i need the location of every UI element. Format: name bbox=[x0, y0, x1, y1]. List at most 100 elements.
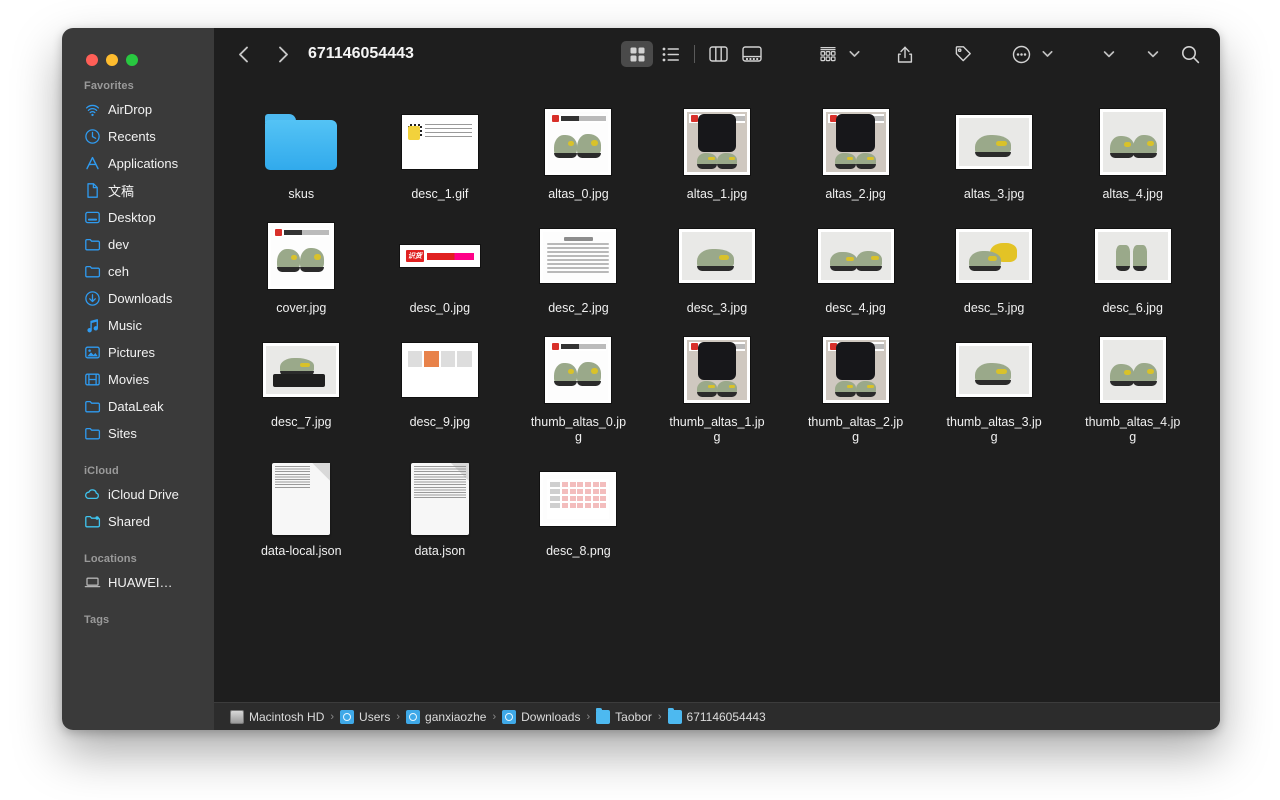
file-name-label[interactable]: desc_3.jpg bbox=[687, 301, 747, 316]
sidebar-item-applications[interactable]: Applications bbox=[62, 150, 214, 177]
file-item[interactable]: thumb_altas_4.jpg bbox=[1063, 330, 1202, 445]
more-chevron-down-icon[interactable] bbox=[1038, 41, 1056, 67]
more-ellipsis-icon[interactable] bbox=[1005, 41, 1037, 67]
file-thumbnail[interactable] bbox=[952, 218, 1036, 294]
file-item[interactable]: thumb_altas_3.jpg bbox=[925, 330, 1064, 445]
icon-view-button[interactable] bbox=[621, 41, 653, 67]
file-name-label[interactable]: desc_1.gif bbox=[411, 187, 468, 202]
file-name-label[interactable]: desc_0.jpg bbox=[410, 301, 470, 316]
file-thumbnail[interactable] bbox=[259, 332, 343, 408]
file-item[interactable]: data-local.json bbox=[232, 459, 371, 559]
file-name-label[interactable]: desc_7.jpg bbox=[271, 415, 331, 430]
breadcrumb-item[interactable]: Downloads bbox=[502, 710, 580, 724]
file-item[interactable]: altas_0.jpg bbox=[509, 102, 648, 202]
file-name-label[interactable]: thumb_altas_1.jpg bbox=[667, 415, 767, 445]
file-name-label[interactable]: desc_4.jpg bbox=[825, 301, 885, 316]
file-thumbnail[interactable] bbox=[1091, 218, 1175, 294]
file-name-label[interactable]: skus bbox=[288, 187, 314, 202]
file-thumbnail[interactable] bbox=[675, 218, 759, 294]
file-item[interactable]: thumb_altas_1.jpg bbox=[648, 330, 787, 445]
overflow-chevron-down-icon-2[interactable] bbox=[1144, 41, 1162, 67]
file-name-label[interactable]: desc_2.jpg bbox=[548, 301, 608, 316]
tag-button[interactable] bbox=[947, 41, 979, 67]
back-button[interactable] bbox=[230, 41, 256, 67]
file-name-label[interactable]: altas_4.jpg bbox=[1102, 187, 1162, 202]
file-item[interactable]: thumb_altas_0.jpg bbox=[509, 330, 648, 445]
group-by-control[interactable] bbox=[812, 41, 863, 67]
file-item[interactable]: desc_1.gif bbox=[371, 102, 510, 202]
file-item[interactable]: desc_6.jpg bbox=[1063, 216, 1202, 316]
breadcrumb-item[interactable]: Users bbox=[340, 710, 390, 724]
file-item[interactable]: altas_4.jpg bbox=[1063, 102, 1202, 202]
file-name-label[interactable]: thumb_altas_3.jpg bbox=[944, 415, 1044, 445]
file-thumbnail[interactable] bbox=[814, 332, 898, 408]
maximize-button[interactable] bbox=[126, 54, 138, 66]
sidebar-item-recents[interactable]: Recents bbox=[62, 123, 214, 150]
file-thumbnail[interactable]: 识货 bbox=[398, 218, 482, 294]
overflow-chevron-down-icon-1[interactable] bbox=[1100, 41, 1118, 67]
file-item[interactable]: data.json bbox=[371, 459, 510, 559]
group-by-chevron-down-icon[interactable] bbox=[845, 41, 863, 67]
share-button[interactable] bbox=[889, 41, 921, 67]
file-thumbnail[interactable] bbox=[398, 461, 482, 537]
sidebar-item-ceh[interactable]: ceh bbox=[62, 258, 214, 285]
breadcrumb-item[interactable]: ganxiaozhe bbox=[406, 710, 486, 724]
sidebar-item-pictures[interactable]: Pictures bbox=[62, 339, 214, 366]
column-view-button[interactable] bbox=[702, 41, 734, 67]
file-item[interactable]: altas_1.jpg bbox=[648, 102, 787, 202]
sidebar-item-sites[interactable]: Sites bbox=[62, 420, 214, 447]
search-button[interactable] bbox=[1174, 41, 1206, 67]
sidebar-item-airdrop[interactable]: AirDrop bbox=[62, 96, 214, 123]
file-name-label[interactable]: data.json bbox=[414, 544, 465, 559]
file-item[interactable]: desc_8.png bbox=[509, 459, 648, 559]
gallery-view-button[interactable] bbox=[736, 41, 768, 67]
file-name-label[interactable]: altas_3.jpg bbox=[964, 187, 1024, 202]
file-thumbnail[interactable] bbox=[259, 218, 343, 294]
file-item[interactable]: desc_3.jpg bbox=[648, 216, 787, 316]
list-view-button[interactable] bbox=[655, 41, 687, 67]
close-button[interactable] bbox=[86, 54, 98, 66]
file-thumbnail[interactable] bbox=[536, 104, 620, 180]
file-item[interactable]: thumb_altas_2.jpg bbox=[786, 330, 925, 445]
file-item[interactable]: desc_9.jpg bbox=[371, 330, 510, 445]
file-name-label[interactable]: desc_6.jpg bbox=[1102, 301, 1162, 316]
sidebar-item-music[interactable]: Music bbox=[62, 312, 214, 339]
file-name-label[interactable]: thumb_altas_4.jpg bbox=[1083, 415, 1183, 445]
file-thumbnail[interactable] bbox=[259, 104, 343, 180]
file-thumbnail[interactable] bbox=[814, 104, 898, 180]
sidebar-item-movies[interactable]: Movies bbox=[62, 366, 214, 393]
file-name-label[interactable]: desc_8.png bbox=[546, 544, 611, 559]
file-item[interactable]: altas_3.jpg bbox=[925, 102, 1064, 202]
file-thumbnail[interactable] bbox=[675, 104, 759, 180]
sidebar-item-icloud-drive[interactable]: iCloud Drive bbox=[62, 481, 214, 508]
file-thumbnail[interactable] bbox=[952, 104, 1036, 180]
file-thumbnail[interactable] bbox=[1091, 332, 1175, 408]
file-item[interactable]: desc_5.jpg bbox=[925, 216, 1064, 316]
breadcrumb-item[interactable]: Taobor bbox=[596, 710, 652, 724]
file-thumbnail[interactable] bbox=[536, 332, 620, 408]
file-name-label[interactable]: desc_9.jpg bbox=[410, 415, 470, 430]
file-name-label[interactable]: altas_1.jpg bbox=[687, 187, 747, 202]
file-thumbnail[interactable] bbox=[398, 332, 482, 408]
sidebar-item-shared[interactable]: Shared bbox=[62, 508, 214, 535]
file-item[interactable]: altas_2.jpg bbox=[786, 102, 925, 202]
file-thumbnail[interactable] bbox=[814, 218, 898, 294]
sidebar-item-dataleak[interactable]: DataLeak bbox=[62, 393, 214, 420]
sidebar-item-[interactable]: 文稿 bbox=[62, 177, 214, 204]
forward-button[interactable] bbox=[270, 41, 296, 67]
file-thumbnail[interactable] bbox=[675, 332, 759, 408]
file-item[interactable]: 识货 desc_0.jpg bbox=[371, 216, 510, 316]
sidebar-item-dev[interactable]: dev bbox=[62, 231, 214, 258]
file-item[interactable]: skus bbox=[232, 102, 371, 202]
file-thumbnail[interactable] bbox=[536, 218, 620, 294]
more-actions-control[interactable] bbox=[1005, 41, 1056, 67]
file-thumbnail[interactable] bbox=[1091, 104, 1175, 180]
file-thumbnail[interactable] bbox=[952, 332, 1036, 408]
file-area[interactable]: skus desc_1.gif altas_0.jpg altas_1.jpg alta… bbox=[214, 80, 1220, 702]
breadcrumb-item[interactable]: 671146054443 bbox=[668, 710, 766, 724]
file-name-label[interactable]: data-local.json bbox=[261, 544, 342, 559]
file-item[interactable]: cover.jpg bbox=[232, 216, 371, 316]
file-thumbnail[interactable] bbox=[536, 461, 620, 537]
sidebar-item-downloads[interactable]: Downloads bbox=[62, 285, 214, 312]
file-item[interactable]: desc_7.jpg bbox=[232, 330, 371, 445]
